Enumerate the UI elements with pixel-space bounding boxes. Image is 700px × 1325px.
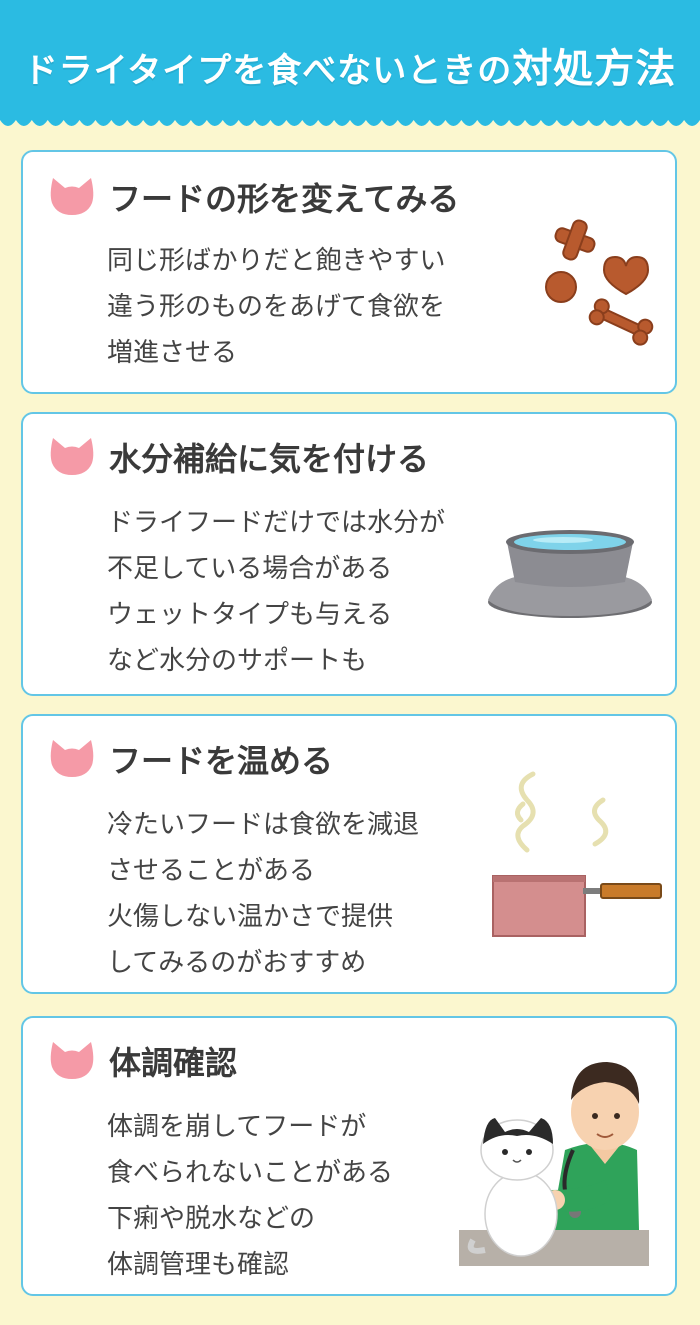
water-bowl-illustration: [488, 530, 652, 618]
card-line: ウェットタイプも与える: [107, 600, 393, 630]
card-line: 火傷しない温かさで提供: [107, 902, 394, 932]
card-line: 食べられないことがある: [107, 1158, 394, 1188]
page-title: ドライタイプを食べないときの対処方法: [0, 36, 700, 94]
card-title: フードの形を変えてみる: [109, 180, 460, 218]
tip-card-hydration: 水分補給に気を付ける ドライフードだけでは水分が 不足している場合がある ウェッ…: [21, 412, 677, 696]
card-title: フードを温める: [109, 742, 334, 780]
card-line: させることがある: [107, 856, 316, 886]
vet-with-cat-illustration: [459, 1062, 649, 1266]
card-title: 体調確認: [109, 1044, 238, 1082]
cat-icon: [50, 1042, 94, 1079]
card-line: 冷たいフードは食欲を減退: [107, 810, 420, 840]
card-line: 増進させる: [107, 338, 238, 368]
tip-card-health: 体調確認 体調を崩してフードが 食べられないことがある 下痢や脱水などの 体調管…: [21, 1016, 677, 1296]
header-scallop-edge: [0, 112, 700, 126]
tip-card-shape: フードの形を変えてみる 同じ形ばかりだと飽きやすい 違う形のものをあげて食欲を …: [21, 150, 677, 394]
cat-icon: [50, 740, 94, 777]
card-title: 水分補給に気を付ける: [109, 440, 430, 478]
card-line: 下痢や脱水などの: [107, 1204, 316, 1234]
saucepan-steam-illustration: [492, 771, 662, 937]
page-title-lead: ドライタイプを食べないときの: [23, 51, 513, 91]
card-line: してみるのがおすすめ: [107, 948, 367, 978]
header-banner: ドライタイプを食べないときの対処方法: [0, 0, 700, 120]
card-line: 同じ形ばかりだと飽きやすい: [107, 246, 446, 276]
tip-card-warm: フードを温める 冷たいフードは食欲を減退 させることがある 火傷しない温かさで提…: [21, 714, 677, 994]
card-body: 同じ形ばかりだと飽きやすい 違う形のものをあげて食欲を 増進させる: [107, 238, 446, 376]
kibble-shapes-illustration: [545, 219, 654, 346]
page-title-emphasis: 対処方法: [512, 46, 677, 92]
card-body: 体調を崩してフードが 食べられないことがある 下痢や脱水などの 体調管理も確認: [107, 1104, 393, 1288]
card-body: ドライフードだけでは水分が 不足している場合がある ウェットタイプも与える など…: [107, 500, 445, 684]
card-line: 体調管理も確認: [107, 1250, 290, 1280]
card-body: 冷たいフードは食欲を減退 させることがある 火傷しない温かさで提供 してみるのが…: [107, 802, 419, 986]
cat-icon: [50, 178, 94, 215]
cat-icon: [50, 438, 94, 475]
card-line: など水分のサポートも: [107, 646, 368, 676]
card-line: 不足している場合がある: [107, 554, 393, 584]
card-line: ドライフードだけでは水分が: [107, 508, 446, 538]
card-line: 違う形のものをあげて食欲を: [107, 292, 446, 322]
card-line: 体調を崩してフードが: [107, 1112, 367, 1142]
